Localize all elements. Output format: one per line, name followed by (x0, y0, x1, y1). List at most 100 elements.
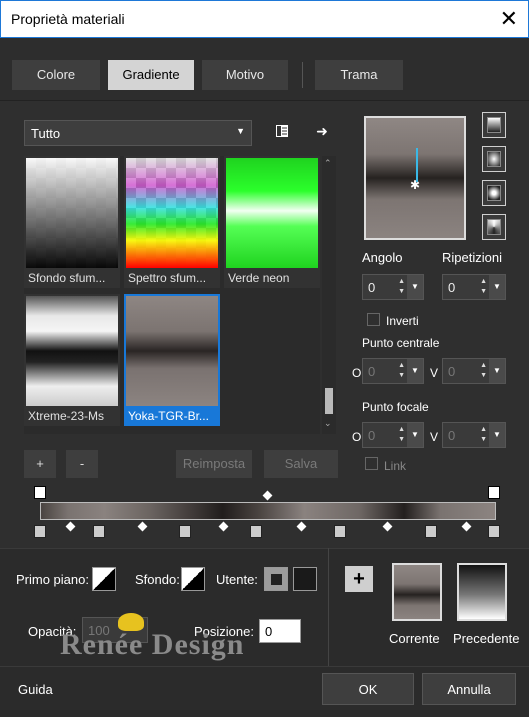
gradient-item[interactable]: Xtreme-23-Ms (24, 294, 120, 426)
foreground-swatch[interactable] (92, 567, 116, 591)
chevron-down-icon[interactable]: ▼ (489, 423, 505, 447)
background-swatch[interactable] (181, 567, 205, 591)
title-bar: Proprietà materiali ✕ (0, 0, 529, 38)
center-v-value: 0 (448, 364, 456, 379)
cancel-button[interactable]: Annulla (422, 673, 516, 705)
gradient-preview[interactable]: ✱ (364, 116, 466, 240)
color-stop[interactable] (488, 525, 500, 538)
save-button[interactable]: Salva (264, 450, 338, 478)
gradient-swatch (126, 158, 218, 268)
chevron-down-icon[interactable]: ▼ (407, 423, 423, 447)
window-title: Proprietà materiali (11, 11, 125, 27)
spin-arrows-icon[interactable]: ▲ ▼ (480, 425, 487, 445)
add-gradient-button[interactable]: + (24, 450, 56, 478)
linear-type-icon[interactable] (482, 112, 506, 138)
previous-label: Precedente (453, 631, 520, 646)
sunburst-type-icon[interactable] (482, 214, 506, 240)
book-icon[interactable] (272, 123, 292, 143)
chevron-down-icon[interactable]: ▼ (407, 359, 423, 383)
focal-v-label: V (430, 430, 439, 444)
center-o-input[interactable]: 0 ▲ ▼ ▼ (362, 358, 424, 384)
color-stop[interactable] (334, 525, 346, 538)
color-stop[interactable] (34, 525, 46, 538)
spin-arrows-icon[interactable]: ▲ ▼ (398, 425, 405, 445)
foreground-label: Primo piano: (16, 572, 89, 587)
help-link[interactable]: Guida (18, 682, 53, 697)
section-divider (328, 548, 329, 666)
category-dropdown[interactable]: Tutto ▼ (24, 120, 252, 146)
tab-bar: Colore Gradiente Motivo Trama (0, 38, 529, 100)
gradient-item[interactable]: Sfondo sfum... (24, 156, 120, 288)
current-label: Corrente (389, 631, 440, 646)
gradient-item-label: Verde neon (228, 271, 290, 285)
color-stop[interactable] (425, 525, 437, 538)
ok-button[interactable]: OK (322, 673, 414, 705)
chevron-down-icon[interactable]: ▼ (489, 359, 505, 383)
center-v-input[interactable]: 0 ▲ ▼ ▼ (442, 358, 506, 384)
spin-arrows-icon[interactable]: ▲ ▼ (398, 361, 405, 381)
link-label: Link (384, 459, 407, 473)
link-checkbox[interactable] (365, 457, 378, 470)
tab-motivo[interactable]: Motivo (202, 60, 288, 90)
radial-type-icon[interactable] (482, 180, 506, 206)
tab-colore[interactable]: Colore (12, 60, 100, 90)
top-stop-handle[interactable] (488, 486, 500, 499)
previous-gradient-swatch[interactable] (457, 563, 507, 621)
color-stop[interactable] (250, 525, 262, 538)
gradient-swatch (126, 296, 218, 406)
repeat-value: 0 (448, 280, 456, 295)
gradient-item[interactable]: Spettro sfum... (124, 156, 220, 288)
gradient-item-label: Yoka-TGR-Br... (128, 409, 209, 423)
invert-checkbox[interactable] (367, 313, 380, 326)
invert-label: Inverti (386, 314, 419, 328)
add-swatch-button[interactable]: + (345, 566, 373, 592)
scroll-thumb[interactable] (325, 388, 333, 414)
gradient-swatch (26, 158, 118, 268)
color-stop[interactable] (179, 525, 191, 538)
angle-handle[interactable] (416, 148, 418, 182)
spin-arrows-icon[interactable]: ▲ ▼ (480, 277, 487, 297)
gradient-item[interactable]: Verde neon (224, 156, 320, 288)
library-scrollbar[interactable]: ⌃ ⌄ (322, 156, 336, 434)
center-point-icon[interactable]: ✱ (410, 178, 420, 192)
tab-gradiente[interactable]: Gradiente (108, 60, 194, 90)
top-stop-handle[interactable] (34, 486, 46, 499)
tab-divider (302, 62, 303, 88)
watermark-logo: Renée Design (60, 628, 245, 661)
focal-point-label: Punto focale (362, 400, 429, 414)
arrow-right-icon[interactable]: ➜ (312, 121, 332, 141)
center-v-label: V (430, 366, 439, 380)
scroll-up-icon[interactable]: ⌃ (324, 158, 332, 169)
spin-arrows-icon[interactable]: ▲ ▼ (398, 277, 405, 297)
user-swatch-1[interactable] (264, 567, 288, 591)
position-input[interactable]: 0 (259, 619, 301, 643)
tab-trama[interactable]: Trama (315, 60, 403, 90)
focal-o-input[interactable]: 0 ▲ ▼ ▼ (362, 422, 424, 448)
background-label: Sfondo: (135, 572, 180, 587)
spin-arrows-icon[interactable]: ▲ ▼ (480, 361, 487, 381)
scroll-down-icon[interactable]: ⌄ (324, 418, 332, 429)
rectangular-type-icon[interactable] (482, 146, 506, 172)
user-swatch-2[interactable] (293, 567, 317, 591)
close-icon[interactable]: ✕ (500, 6, 518, 32)
angle-input[interactable]: 0 ▲ ▼ ▼ (362, 274, 424, 300)
gradient-item-selected[interactable]: Yoka-TGR-Br... (124, 294, 220, 426)
chevron-down-icon: ▼ (236, 126, 245, 136)
repeat-input[interactable]: 0 ▲ ▼ ▼ (442, 274, 506, 300)
reset-button[interactable]: Reimposta (176, 450, 252, 478)
focal-o-label: O (352, 430, 362, 444)
user-label: Utente: (216, 572, 258, 587)
color-stop[interactable] (93, 525, 105, 538)
angle-label: Angolo (362, 250, 403, 265)
chevron-down-icon[interactable]: ▼ (407, 275, 423, 299)
focal-v-input[interactable]: 0 ▲ ▼ ▼ (442, 422, 506, 448)
gradient-library: Sfondo sfum... Spettro sfum... Verde neo… (24, 156, 320, 434)
focal-v-value: 0 (448, 428, 456, 443)
current-gradient-swatch[interactable] (392, 563, 442, 621)
repeat-label: Ripetizioni (442, 250, 502, 265)
chevron-down-icon[interactable]: ▼ (489, 275, 505, 299)
position-value: 0 (265, 624, 273, 639)
gradient-editor-bar[interactable] (40, 502, 496, 520)
focal-o-value: 0 (368, 428, 376, 443)
remove-gradient-button[interactable]: - (66, 450, 98, 478)
